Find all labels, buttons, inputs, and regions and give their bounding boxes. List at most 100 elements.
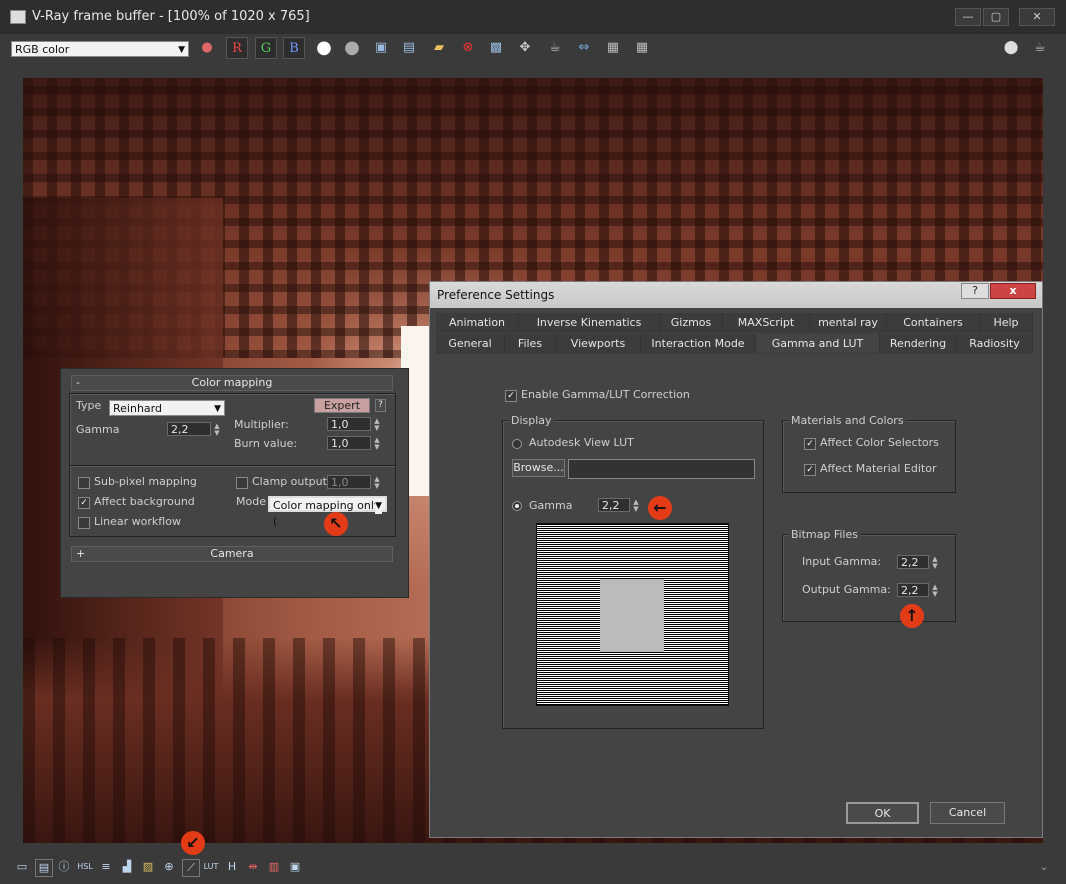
color-circles-icon[interactable]: ●	[196, 37, 218, 59]
help-button[interactable]: ?	[375, 399, 386, 412]
spinner-arrows-icon[interactable]: ▲ ▼	[930, 584, 940, 598]
minimize-button[interactable]: —	[955, 8, 981, 26]
history-b-icon[interactable]: ▦	[631, 37, 653, 59]
gray-circle-icon[interactable]: ●	[341, 37, 363, 59]
spinner-arrows-icon[interactable]: ▲ ▼	[372, 437, 382, 451]
vfb-title: V-Ray frame buffer - [100% of 1020 x 765…	[32, 9, 310, 24]
autodesk-lut-label: Autodesk View LUT	[529, 436, 634, 449]
input-gamma-spinner[interactable]: 2,2 ▲ ▼	[897, 555, 938, 570]
output-gamma-spinner[interactable]: 2,2 ▲ ▼	[897, 583, 938, 598]
tab-rendering[interactable]: Rendering	[880, 334, 957, 353]
dialog-title: Preference Settings	[437, 288, 555, 302]
save-icon[interactable]: ▣	[370, 37, 392, 59]
h-icon[interactable]: H	[224, 859, 240, 875]
tab-viewports[interactable]: Viewports	[556, 334, 641, 353]
sub-pixel-label: Sub-pixel mapping	[94, 475, 197, 488]
expand-icon[interactable]: ⌄	[1036, 859, 1052, 875]
affect-color-selectors-label: Affect Color Selectors	[820, 436, 939, 449]
folder-icon[interactable]: ▭	[14, 859, 30, 875]
tab-animation[interactable]: Animation	[436, 313, 519, 332]
maximize-button[interactable]: ▢	[983, 8, 1009, 26]
clamp-output-spinner[interactable]: 1,0 ▲ ▼	[327, 475, 380, 490]
lut-path-field[interactable]	[568, 459, 755, 479]
display-gamma-spinner[interactable]: 2,2 ▲ ▼	[598, 498, 639, 513]
levels-icon[interactable]: ≡	[98, 859, 114, 875]
red-channel-button[interactable]: R	[226, 37, 248, 59]
mode-select[interactable]: Color mapping only ( ▼	[268, 496, 387, 528]
curve-icon[interactable]: ⟋	[182, 859, 200, 877]
spinner-arrows-icon[interactable]: ▲ ▼	[212, 423, 222, 437]
white-balance-icon[interactable]: ▨	[140, 859, 156, 875]
spinner-arrows-icon[interactable]: ▲ ▼	[372, 418, 382, 432]
expert-button[interactable]: Expert	[314, 398, 370, 413]
tab-help[interactable]: Help	[980, 313, 1033, 332]
spinner-arrows-icon[interactable]: ▲ ▼	[631, 499, 641, 513]
affect-background-checkbox[interactable]: ✓	[78, 497, 90, 509]
sub-pixel-checkbox[interactable]	[78, 477, 90, 489]
affect-color-selectors-checkbox[interactable]: ✓	[804, 438, 816, 450]
open-folder-icon[interactable]: ▰	[428, 37, 450, 59]
stamp-icon[interactable]: ▣	[287, 859, 303, 875]
ok-button[interactable]: OK	[846, 802, 919, 824]
gamma-label-display: Gamma	[529, 499, 573, 512]
teapot-region-icon[interactable]: ☕	[544, 37, 566, 59]
expand-icon: +	[76, 547, 86, 560]
dialog-close-button[interactable]: x	[990, 283, 1036, 299]
tab-gamma-and-lut[interactable]: Gamma and LUT	[756, 334, 880, 353]
exposure-icon[interactable]: ⊕	[161, 859, 177, 875]
clear-icon[interactable]: ⊗	[457, 37, 479, 59]
linear-workflow-checkbox[interactable]	[78, 517, 90, 529]
cancel-button[interactable]: Cancel	[930, 802, 1005, 824]
browse-button[interactable]: Browse...	[512, 459, 565, 477]
tab-files[interactable]: Files	[505, 334, 556, 353]
gamma-test-pattern	[536, 523, 729, 706]
panel-toggle-icon[interactable]: ▤	[35, 859, 53, 877]
clamp-output-checkbox[interactable]	[236, 477, 248, 489]
channel-select[interactable]: RGB color ▼	[11, 41, 189, 57]
tab-inverse-kinematics[interactable]: Inverse Kinematics	[519, 313, 660, 332]
tab-interaction-mode[interactable]: Interaction Mode	[641, 334, 756, 353]
render-teapot-icon[interactable]: ☕	[1029, 37, 1051, 59]
color-mapping-header[interactable]: - Color mapping	[71, 375, 393, 391]
camera-header[interactable]: + Camera	[71, 546, 393, 562]
blue-channel-button[interactable]: B	[283, 37, 305, 59]
histogram-icon[interactable]: ▟	[119, 859, 135, 875]
tab-maxscript[interactable]: MAXScript	[723, 313, 810, 332]
multiplier-label: Multiplier:	[234, 418, 289, 431]
hsl-icon[interactable]: HSL	[77, 859, 93, 875]
track-mouse-icon[interactable]: ✥	[514, 37, 536, 59]
tab-gizmos[interactable]: Gizmos	[660, 313, 723, 332]
tab-containers[interactable]: Containers	[887, 313, 980, 332]
stop-render-icon[interactable]: ⬤	[1000, 37, 1022, 59]
camera-title: Camera	[210, 547, 254, 560]
multiplier-spinner[interactable]: 1,0 ▲ ▼	[327, 417, 380, 432]
tab-radiosity[interactable]: Radiosity	[957, 334, 1033, 353]
close-button[interactable]: ✕	[1019, 8, 1055, 26]
spinner-arrows-icon[interactable]: ▲ ▼	[930, 556, 940, 570]
lut-icon[interactable]: LUT	[203, 859, 219, 875]
affect-material-editor-checkbox[interactable]: ✓	[804, 464, 816, 476]
tab-mental-ray[interactable]: mental ray	[810, 313, 887, 332]
duplicate-icon[interactable]: ▩	[485, 37, 507, 59]
tab-row-1: Animation Inverse Kinematics Gizmos MAXS…	[436, 313, 1033, 333]
autodesk-lut-radio[interactable]	[512, 439, 522, 449]
split-icon[interactable]: ▥	[266, 859, 282, 875]
green-channel-button[interactable]: G	[255, 37, 277, 59]
type-select[interactable]: Reinhard ▼	[109, 400, 225, 416]
chevron-down-icon: ▼	[214, 404, 221, 414]
gamma-radio[interactable]	[512, 501, 522, 511]
save-all-icon[interactable]: ▤	[398, 37, 420, 59]
info-icon[interactable]: ⓘ	[56, 859, 72, 875]
spinner-arrows-icon[interactable]: ▲ ▼	[372, 476, 382, 490]
tab-general[interactable]: General	[436, 334, 505, 353]
compare-icon[interactable]: ⇹	[245, 859, 261, 875]
enable-gamma-checkbox[interactable]: ✓	[505, 390, 517, 402]
burn-value-spinner[interactable]: 1,0 ▲ ▼	[327, 436, 380, 451]
annotation-arrow-status: ↙	[181, 831, 205, 855]
white-circle-icon[interactable]: ●	[313, 37, 335, 59]
gamma-spinner[interactable]: 2,2 ▲ ▼	[167, 422, 220, 437]
display-gamma-value: 2,2	[602, 499, 620, 512]
dialog-help-button[interactable]: ?	[961, 283, 989, 299]
compare-ab-icon[interactable]: ⇔	[573, 37, 595, 59]
history-a-icon[interactable]: ▦	[602, 37, 624, 59]
